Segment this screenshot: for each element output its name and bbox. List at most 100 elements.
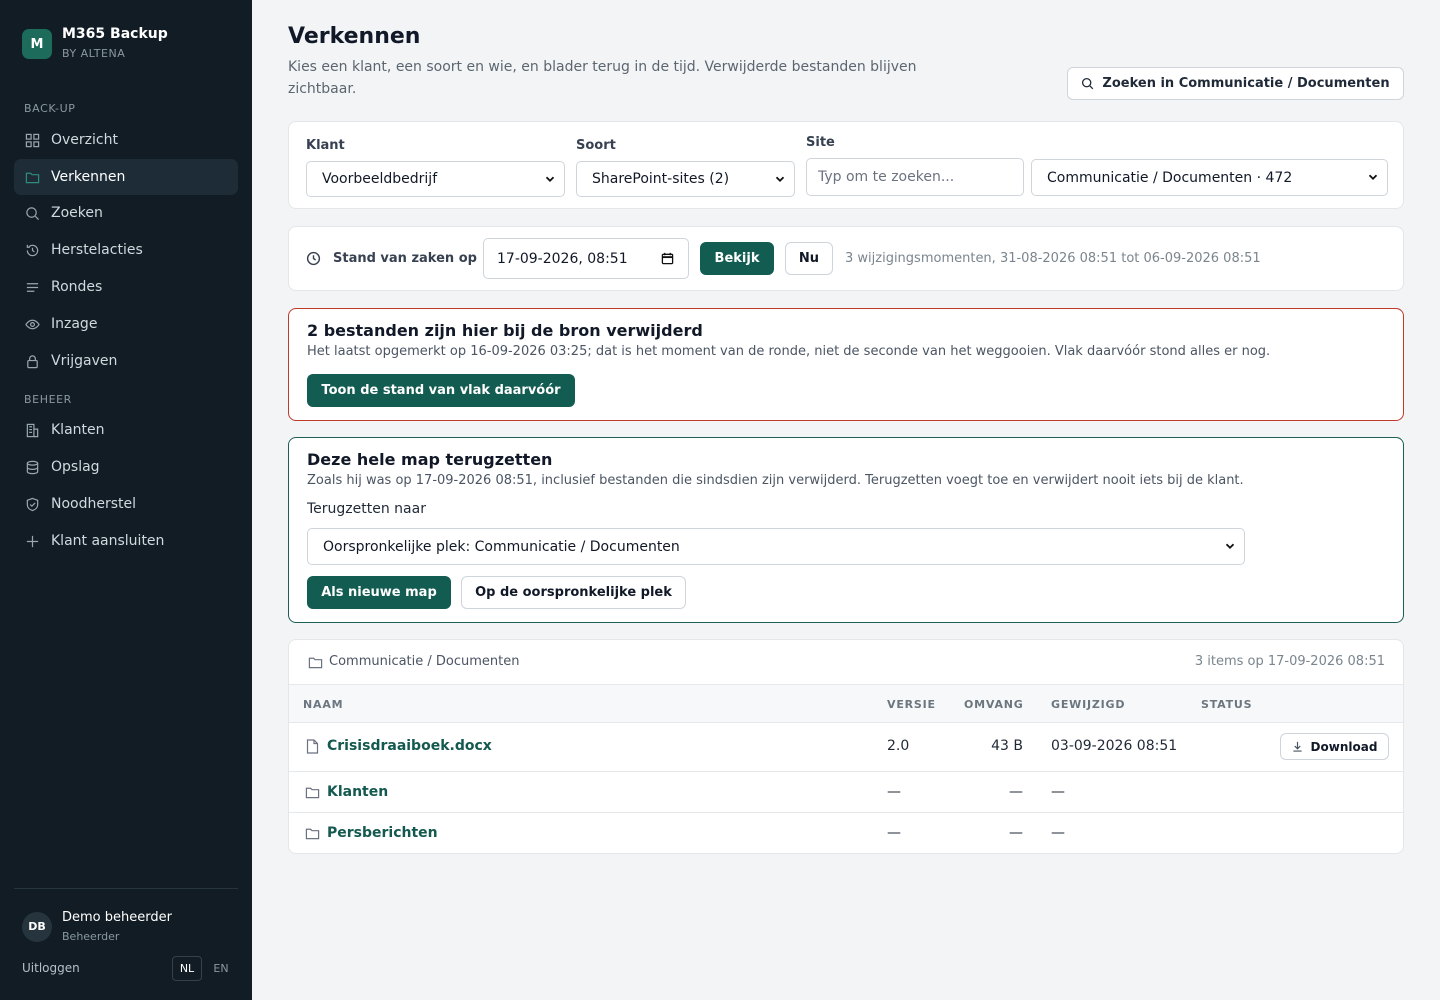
now-button[interactable]: Nu <box>785 242 833 275</box>
folder-version: — <box>887 825 901 841</box>
view-button[interactable]: Bekijk <box>700 242 774 275</box>
time-label: Stand van zaken op <box>333 251 477 266</box>
time-card: Stand van zaken op 17-09-2026, 08:51 Bek… <box>288 226 1404 291</box>
sidebar-item-rondes[interactable]: Rondes <box>14 269 238 305</box>
folder-icon <box>308 657 323 669</box>
building-icon <box>26 423 39 437</box>
show-previous-state-button[interactable]: Toon de stand van vlak daarvóór <box>307 374 575 407</box>
items-summary: 3 items op 17-09-2026 08:51 <box>1194 654 1385 669</box>
restore-as-new-folder-button[interactable]: Als nieuwe map <box>307 576 451 609</box>
column-header-omvang: OMVANG <box>964 698 1024 711</box>
restore-target-select[interactable]: Oorspronkelijke plek: Communicatie / Doc… <box>307 528 1245 565</box>
library-select[interactable]: Communicatie / Documenten · 472 <box>1031 159 1388 196</box>
chevron-down-icon <box>1368 174 1378 180</box>
table-row: Crisisdraaiboek.docx 2.0 43 B 03-09-2026… <box>289 722 1403 771</box>
site-label: Site <box>806 135 835 150</box>
soort-label: Soort <box>576 138 616 153</box>
sidebar-item-opslag[interactable]: Opslag <box>14 449 238 485</box>
lock-icon <box>27 354 38 368</box>
alert-text: Het laatst opgemerkt op 16-09-2026 03:25… <box>307 344 1271 359</box>
avatar: DB <box>22 911 52 942</box>
sidebar-item-label: Inzage <box>51 316 98 332</box>
download-button[interactable]: Download <box>1280 733 1389 760</box>
sidebar-item-label: Vrijgaven <box>51 353 118 369</box>
sidebar-item-klant-aansluiten[interactable]: Klant aansluiten <box>14 523 238 559</box>
site-search-input[interactable]: Typ om te zoeken... <box>806 158 1024 196</box>
sidebar-item-vrijgaven[interactable]: Vrijgaven <box>14 343 238 379</box>
sidebar-item-inzage[interactable]: Inzage <box>14 306 238 342</box>
user-profile: DB Demo beheerder Beheerder <box>22 910 172 943</box>
column-header-naam: NAAM <box>303 698 344 711</box>
table-header: NAAM VERSIE OMVANG GEWIJZIGD STATUS <box>289 684 1403 722</box>
klant-label: Klant <box>306 138 345 153</box>
sidebar-item-noodherstel[interactable]: Noodherstel <box>14 486 238 522</box>
file-version: 2.0 <box>887 738 910 754</box>
klant-select-value: Voorbeeldbedrijf <box>322 171 438 187</box>
grid-icon <box>25 133 40 147</box>
folder-modified: — <box>1051 825 1065 841</box>
sidebar-item-klanten[interactable]: Klanten <box>14 412 238 448</box>
file-browser: Communicatie / Documenten 3 items op 17-… <box>288 639 1404 854</box>
sidebar-item-label: Verkennen <box>51 169 126 185</box>
sidebar-item-label: Noodherstel <box>51 496 137 512</box>
sidebar-item-overzicht[interactable]: Overzicht <box>14 122 238 158</box>
chevron-down-icon <box>1225 543 1235 549</box>
folder-size: — <box>1009 825 1023 841</box>
file-icon <box>306 739 319 754</box>
datetime-input[interactable]: 17-09-2026, 08:51 <box>483 238 689 279</box>
folder-version: — <box>887 784 901 800</box>
restore-target-value: Oorspronkelijke plek: Communicatie / Doc… <box>323 538 680 555</box>
plus-icon <box>26 535 39 547</box>
calendar-icon[interactable] <box>661 252 674 265</box>
restore-target-label: Terugzetten naar <box>307 501 426 517</box>
folder-icon <box>25 172 40 183</box>
logout-link[interactable]: Uitloggen <box>22 961 80 975</box>
download-icon <box>1292 741 1302 752</box>
sidebar-item-label: Opslag <box>51 459 100 475</box>
restore-card: Deze hele map terugzetten Zoals hij was … <box>288 437 1404 623</box>
klant-select[interactable]: Voorbeeldbedrijf <box>306 161 565 197</box>
search-button[interactable]: Zoeken in Communicatie / Documenten <box>1067 67 1404 100</box>
column-header-status: STATUS <box>1201 698 1253 711</box>
sidebar-item-herstelacties[interactable]: Herstelacties <box>14 232 238 268</box>
eye-icon <box>25 319 40 329</box>
download-button-label: Download <box>1310 739 1378 754</box>
library-select-value: Communicatie / Documenten · 472 <box>1047 169 1293 186</box>
sidebar-item-label: Zoeken <box>51 205 103 221</box>
folder-name-link[interactable]: Persberichten <box>327 825 438 841</box>
alert-title: 2 bestanden zijn hier bij de bron verwij… <box>307 321 703 340</box>
column-header-gewijzigd: GEWIJZIGD <box>1051 698 1126 711</box>
sidebar-item-label: Herstelacties <box>51 242 143 258</box>
lang-nl-button[interactable]: NL <box>172 956 202 981</box>
nav-section-backup: BACK-UP <box>24 102 76 115</box>
column-header-versie: VERSIE <box>887 698 936 711</box>
restore-original-location-button[interactable]: Op de oorspronkelijke plek <box>461 576 686 609</box>
list-icon <box>26 282 39 292</box>
file-size: 43 B <box>991 738 1023 754</box>
sidebar-item-zoeken[interactable]: Zoeken <box>14 195 238 231</box>
breadcrumb[interactable]: Communicatie / Documenten <box>329 654 520 669</box>
folder-name-link[interactable]: Klanten <box>327 784 388 800</box>
soort-select[interactable]: SharePoint-sites (2) <box>576 161 795 197</box>
app-subtitle: BY ALTENA <box>62 47 126 60</box>
soort-select-value: SharePoint-sites (2) <box>592 171 730 187</box>
sidebar-item-label: Klanten <box>51 422 105 438</box>
brand: M M365 Backup BY ALTENA <box>22 24 168 60</box>
lang-en-button[interactable]: EN <box>206 956 236 981</box>
sidebar-item-label: Rondes <box>51 279 103 295</box>
folder-size: — <box>1009 784 1023 800</box>
file-name-link[interactable]: Crisisdraaiboek.docx <box>327 738 492 754</box>
chevron-down-icon <box>775 176 785 182</box>
nav-section-beheer: BEHEER <box>24 393 72 406</box>
restore-title: Deze hele map terugzetten <box>307 450 553 469</box>
page-title: Verkennen <box>288 24 421 49</box>
user-name: Demo beheerder <box>62 910 172 925</box>
sidebar-item-verkennen[interactable]: Verkennen <box>14 159 238 195</box>
table-row: Klanten — — — <box>289 771 1403 812</box>
sidebar-divider <box>14 888 238 889</box>
sidebar-item-label: Klant aansluiten <box>51 533 165 549</box>
history-icon <box>26 244 39 256</box>
app-title: M365 Backup <box>62 26 168 42</box>
database-icon <box>26 460 39 474</box>
restore-text: Zoals hij was op 17-09-2026 08:51, inclu… <box>307 473 1244 488</box>
